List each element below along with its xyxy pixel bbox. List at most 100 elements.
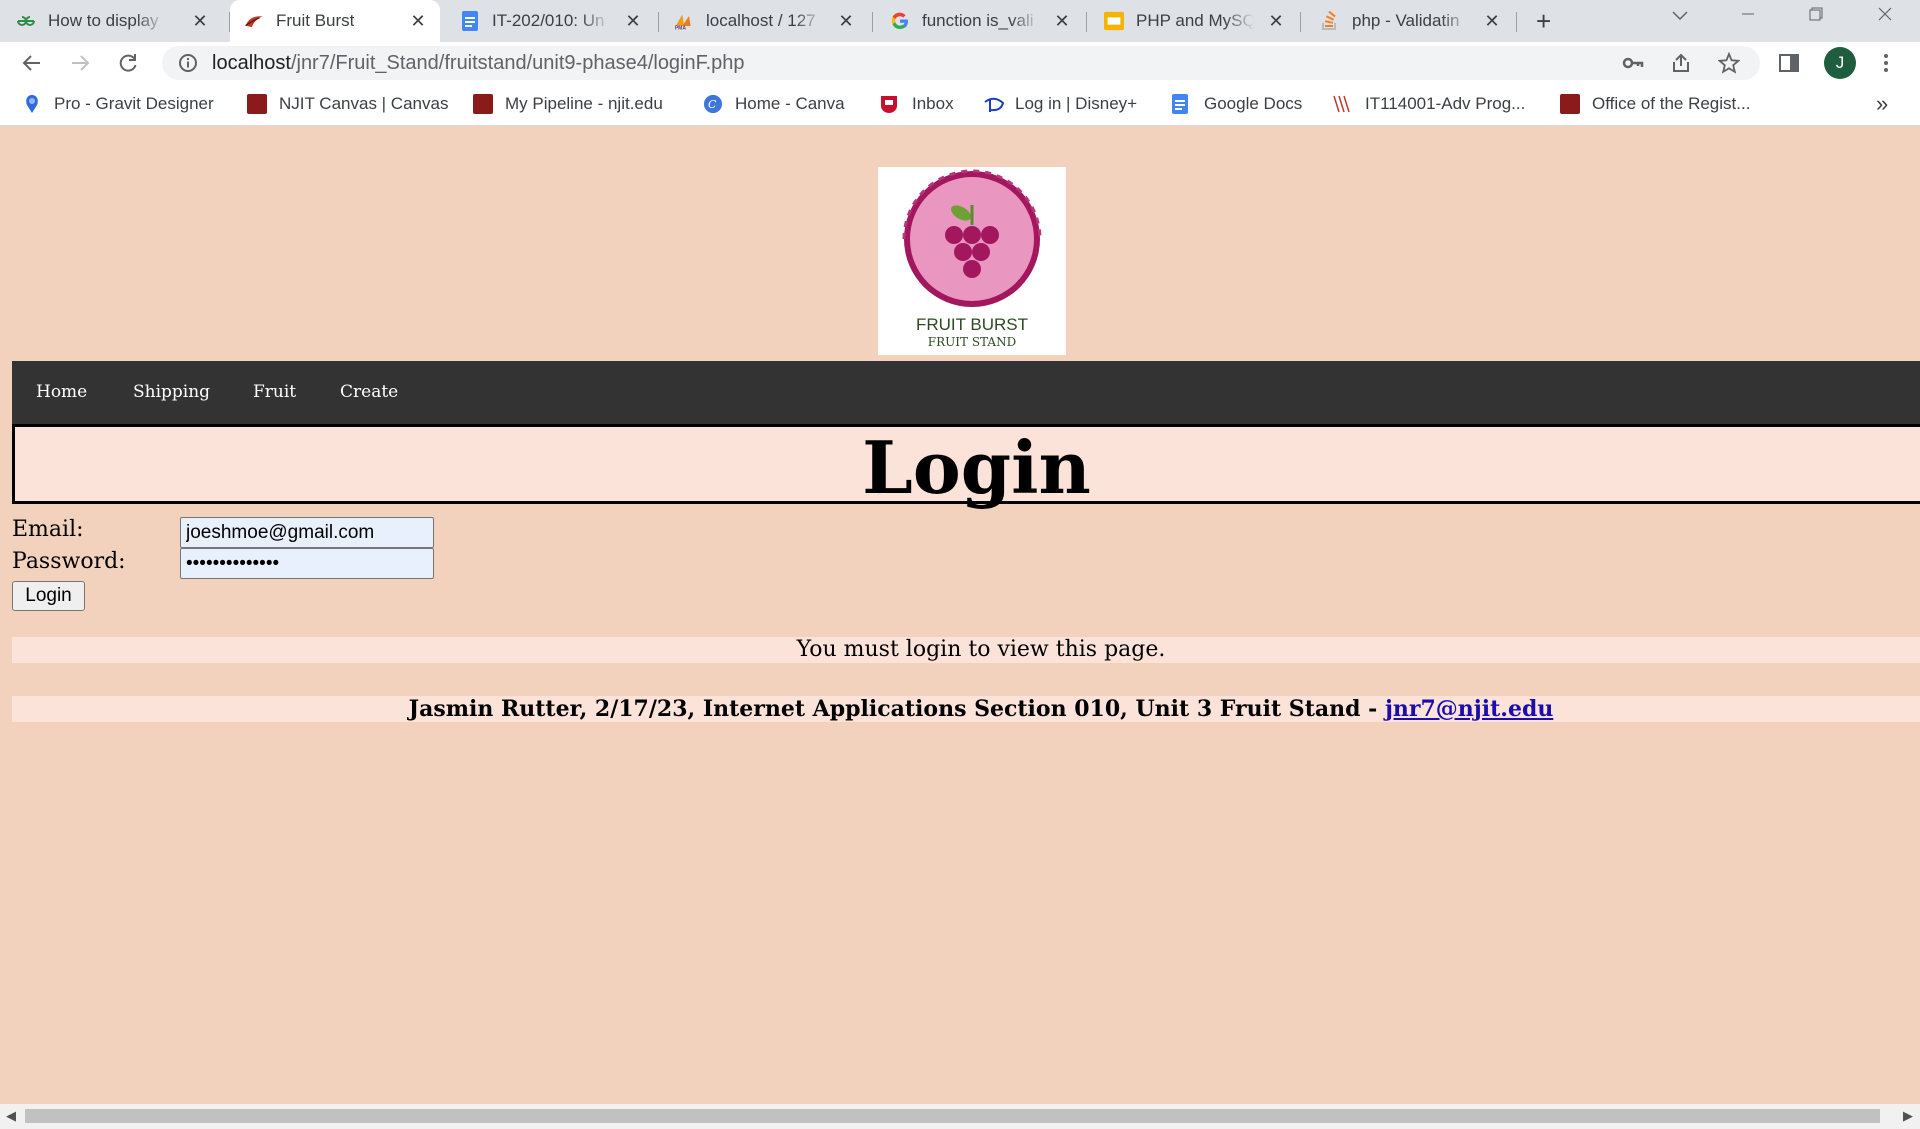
- nav-create-link[interactable]: Create: [340, 382, 398, 402]
- tab-separator: [1516, 12, 1517, 32]
- url-host: localhost: [212, 52, 291, 74]
- tab-title: function is_vali: [922, 11, 1034, 30]
- scroll-left-arrow-icon[interactable]: ◀: [6, 1108, 16, 1124]
- bookmarks-bar: Pro - Gravit Designer NJIT Canvas | Canv…: [0, 84, 1920, 126]
- njit-icon: [247, 94, 267, 114]
- tab-php-validating[interactable]: php - Validatin ✕: [1320, 0, 1514, 42]
- email-label: Email:: [12, 517, 84, 542]
- site-info-icon[interactable]: [178, 53, 198, 78]
- grape-logo-icon: FRUIT BURST FRUIT STAND: [902, 169, 1042, 349]
- password-field[interactable]: [180, 548, 434, 579]
- new-tab-plus-icon[interactable]: +: [1536, 8, 1551, 34]
- tab-it202[interactable]: IT-202/010: Un ✕: [460, 0, 655, 42]
- disney-icon: [983, 94, 1005, 114]
- nav-home-link[interactable]: Home: [36, 382, 87, 402]
- bookmark-google-docs[interactable]: Google Docs: [1172, 94, 1302, 114]
- restore-icon[interactable]: [1801, 6, 1831, 27]
- tab-strip: How to display ✕ Fruit Burst ✕ IT-202/01…: [0, 0, 1920, 42]
- bookmark-label: Log in | Disney+: [1015, 94, 1138, 113]
- njit-icon: [1333, 94, 1353, 114]
- scroll-right-arrow-icon[interactable]: ▶: [1903, 1108, 1913, 1124]
- browser-toolbar: localhost/jnr7/Fruit_Stand/fruitstand/un…: [0, 42, 1920, 84]
- page-title: Login: [862, 425, 1091, 510]
- tab-title: Fruit Burst: [276, 11, 355, 30]
- nav-shipping-link[interactable]: Shipping: [133, 382, 210, 402]
- minimize-icon[interactable]: [1733, 6, 1763, 27]
- bookmark-label: Inbox: [912, 94, 954, 113]
- close-window-icon[interactable]: [1870, 6, 1900, 27]
- footer-text: Jasmin Rutter, 2/17/23, Internet Applica…: [408, 696, 1385, 722]
- bookmark-star-icon[interactable]: [1717, 51, 1741, 79]
- tab-title: How to display: [48, 11, 159, 30]
- tab-separator: [1086, 12, 1087, 32]
- tab-fruit-burst[interactable]: Fruit Burst ✕: [230, 0, 440, 42]
- tab-separator: [1300, 12, 1301, 32]
- footer-email-link[interactable]: jnr7@njit.edu: [1385, 696, 1553, 722]
- reload-icon[interactable]: [115, 50, 141, 76]
- close-tab-icon[interactable]: ✕: [1266, 11, 1286, 31]
- login-button[interactable]: Login: [12, 581, 85, 611]
- scrollbar-thumb[interactable]: [25, 1109, 1880, 1123]
- close-tab-icon[interactable]: ✕: [836, 11, 856, 31]
- horizontal-scrollbar[interactable]: ◀ ▶: [0, 1104, 1920, 1129]
- bookmark-gravit[interactable]: Pro - Gravit Designer: [22, 94, 214, 114]
- back-arrow-icon[interactable]: [19, 50, 45, 76]
- bookmark-registrar[interactable]: Office of the Regist...: [1560, 94, 1750, 114]
- close-tab-icon[interactable]: ✕: [623, 11, 643, 31]
- login-header: Login: [12, 424, 1920, 510]
- side-panel-icon[interactable]: [1778, 53, 1800, 78]
- forward-arrow-icon[interactable]: [67, 50, 93, 76]
- close-tab-icon[interactable]: ✕: [190, 11, 210, 31]
- bookmark-label: Home - Canva: [735, 94, 845, 113]
- email-field[interactable]: [180, 517, 434, 548]
- tab-separator: [872, 12, 873, 32]
- url-text: localhost/jnr7/Fruit_Stand/fruitstand/un…: [212, 52, 745, 75]
- google-icon: [890, 11, 910, 31]
- bookmark-my-pipeline[interactable]: My Pipeline - njit.edu: [473, 94, 663, 114]
- google-docs-icon: [460, 11, 480, 31]
- bookmark-label: IT114001-Adv Prog...: [1365, 94, 1526, 113]
- bookmark-canva[interactable]: C Home - Canva: [703, 94, 845, 114]
- address-bar[interactable]: localhost/jnr7/Fruit_Stand/fruitstand/un…: [162, 46, 1760, 80]
- bookmark-disney[interactable]: Log in | Disney+: [983, 94, 1137, 114]
- tab-how-to-display[interactable]: How to display ✕: [16, 0, 222, 42]
- bookmark-njit-canvas[interactable]: NJIT Canvas | Canvas: [247, 94, 448, 114]
- tab-separator: [658, 12, 659, 32]
- profile-avatar[interactable]: J: [1824, 47, 1856, 79]
- fruit-burst-icon: [244, 11, 264, 31]
- fruit-burst-logo: FRUIT BURST FRUIT STAND: [878, 167, 1066, 355]
- password-label: Password:: [12, 549, 126, 574]
- share-icon[interactable]: [1670, 52, 1692, 79]
- tab-search-chevron-icon[interactable]: [1665, 8, 1695, 26]
- key-icon[interactable]: [1622, 53, 1644, 78]
- tab-title: localhost / 127: [706, 11, 816, 30]
- site-nav: Home Shipping Fruit Create: [12, 361, 1920, 424]
- geeksforgeeks-icon: [16, 11, 36, 31]
- google-docs-icon: [1172, 94, 1192, 114]
- bookmark-label: Pro - Gravit Designer: [54, 94, 214, 113]
- logo-subtitle: FRUIT STAND: [928, 335, 1016, 349]
- login-required-message: You must login to view this page.: [12, 637, 1920, 663]
- canva-icon: C: [703, 94, 723, 114]
- gravit-icon: [22, 94, 42, 114]
- bookmark-label: Google Docs: [1204, 94, 1303, 113]
- page-footer: Jasmin Rutter, 2/17/23, Internet Applica…: [12, 696, 1920, 722]
- close-tab-icon[interactable]: ✕: [1052, 11, 1072, 31]
- more-menu-icon[interactable]: [1878, 52, 1894, 79]
- tab-php-and-mysql[interactable]: PHP and MySQ ✕: [1104, 0, 1298, 42]
- bookmark-inbox[interactable]: Inbox: [880, 94, 954, 114]
- close-tab-icon[interactable]: ✕: [1482, 11, 1502, 31]
- svg-text:PMA: PMA: [675, 25, 687, 31]
- bookmark-label: Office of the Regist...: [1592, 94, 1751, 113]
- tab-localhost[interactable]: PMA localhost / 127 ✕: [674, 0, 868, 42]
- nav-fruit-link[interactable]: Fruit: [253, 382, 296, 402]
- google-slides-icon: [1104, 11, 1124, 31]
- tab-function-is-valid[interactable]: function is_vali ✕: [890, 0, 1084, 42]
- close-tab-icon[interactable]: ✕: [408, 11, 428, 31]
- njit-icon: [473, 94, 493, 114]
- bookmarks-overflow-chevron-icon[interactable]: »: [1876, 91, 1888, 117]
- bookmark-it114[interactable]: IT114001-Adv Prog...: [1333, 94, 1525, 114]
- tab-title: php - Validatin: [1352, 11, 1460, 30]
- svg-text:C: C: [708, 98, 717, 111]
- bookmark-label: My Pipeline - njit.edu: [505, 94, 663, 113]
